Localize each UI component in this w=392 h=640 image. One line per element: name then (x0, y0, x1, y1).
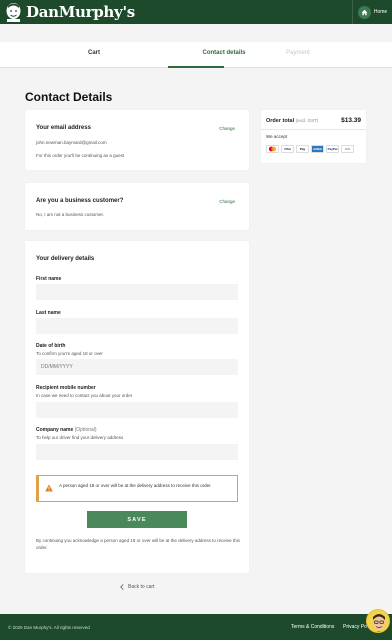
step-payment: Payment (286, 50, 310, 56)
copyright-text: © 2025 Dan Murphy's. All rights reserved (8, 625, 90, 630)
home-icon (357, 5, 371, 19)
business-heading: Are you a business customer? (36, 198, 124, 204)
paypal-icon: PayPal (326, 145, 339, 153)
order-summary-card: Order total (excl. GST) $13.39 We accept… (261, 110, 366, 163)
checkout-stepper: Cart Contact details Payment (0, 42, 392, 68)
business-answer: No, I am not a business customer. (36, 212, 105, 217)
terms-link[interactable]: Terms & Conditions (291, 624, 334, 630)
warning-icon (45, 484, 53, 492)
mastercard-icon (266, 145, 279, 153)
company-optional: (Optional) (74, 427, 97, 433)
step-cart[interactable]: Cart (54, 50, 134, 56)
delivery-heading: Your delivery details (36, 256, 95, 262)
we-accept-label: We accept (266, 134, 288, 139)
guest-note: For this order you'll be continuing as a… (36, 153, 125, 158)
brand-name: DanMurphy's (26, 3, 135, 21)
dob-hint: To confirm you're aged 18 or over (36, 351, 103, 356)
step-contact-details[interactable]: Contact details (184, 50, 264, 56)
change-business-link[interactable]: Change (219, 199, 235, 204)
company-label: Company name (Optional) (36, 427, 97, 433)
email-heading: Your email address (36, 125, 91, 131)
home-button[interactable]: Home (352, 0, 392, 24)
gift-card-icon: Gift (341, 145, 354, 153)
last-name-input[interactable] (36, 318, 238, 334)
site-header: DanMurphy's Home (0, 0, 392, 24)
company-label-text: Company name (36, 427, 74, 433)
dan-murphy-face-icon (6, 3, 21, 22)
delivery-details-card: Your delivery details First name Last na… (25, 241, 249, 573)
apple-pay-icon: Pay (296, 145, 309, 153)
mobile-input[interactable] (36, 402, 238, 418)
mobile-hint: In case we need to contact you about you… (36, 393, 133, 398)
payment-methods: VISA Pay AMEX PayPal Gift (266, 145, 354, 153)
amex-icon: AMEX (311, 145, 324, 153)
change-email-link[interactable]: Change (219, 126, 235, 131)
save-button[interactable]: SAVE (87, 511, 187, 528)
age-disclaimer: By continuing you acknowledge a person a… (36, 538, 240, 550)
home-label: Home (373, 9, 388, 15)
chat-assistant-avatar[interactable] (366, 609, 390, 633)
visa-icon: VISA (281, 145, 294, 153)
brand-logo[interactable]: DanMurphy's (4, 2, 135, 22)
mobile-label: Recipient mobile number (36, 385, 96, 391)
active-step-indicator (168, 66, 224, 68)
email-card: Your email address Change john.newman.ba… (25, 110, 249, 170)
excl-gst: (excl. GST) (295, 118, 319, 123)
email-value: john.newman.baymard@gmail.com (36, 140, 107, 145)
age-notice: A person aged 18 or over will be at the … (36, 475, 238, 502)
last-name-label: Last name (36, 310, 61, 316)
page-title: Contact Details (25, 90, 113, 104)
order-total-text: Order total (266, 118, 295, 124)
order-total-value: $13.39 (341, 117, 361, 124)
order-total-label: Order total (excl. GST) (266, 118, 318, 124)
business-card: Are you a business customer? Change No, … (25, 183, 249, 230)
first-name-label: First name (36, 276, 62, 282)
notice-accent-bar (37, 476, 39, 501)
notice-text: A person aged 18 or over will be at the … (59, 483, 212, 488)
privacy-link[interactable]: Privacy Po (343, 624, 367, 630)
company-input[interactable] (36, 444, 238, 460)
back-to-cart-text: Back to cart (128, 584, 155, 590)
site-footer: © 2025 Dan Murphy's. All rights reserved… (0, 614, 392, 640)
summary-divider (261, 129, 366, 130)
company-hint: To help our driver find your delivery ad… (36, 435, 124, 440)
dob-input[interactable] (36, 359, 238, 375)
dob-label: Date of birth (36, 343, 66, 349)
first-name-input[interactable] (36, 284, 238, 300)
back-to-cart-link[interactable]: Back to cart (120, 584, 154, 590)
chevron-left-icon (120, 584, 124, 590)
